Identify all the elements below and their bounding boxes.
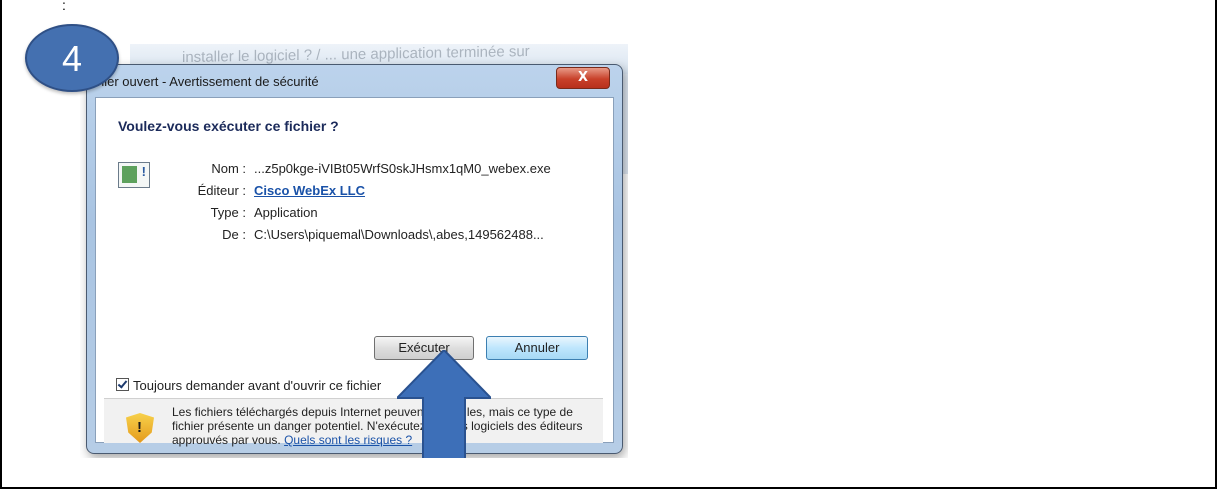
cancel-button[interactable]: Annuler (486, 336, 588, 360)
publisher-link[interactable]: Cisco WebEx LLC (254, 180, 365, 202)
field-row-from: De : C:\Users\piquemal\Downloads\,abes,1… (156, 224, 606, 246)
field-label: Éditeur : (197, 183, 246, 198)
field-label: De : (222, 227, 246, 242)
always-ask-checkbox[interactable] (116, 378, 129, 391)
background-window-title: installer le logiciel ? / ... une applic… (182, 44, 530, 67)
shield-warning-icon: ! (126, 413, 154, 443)
security-warning-dialog: hier ouvert - Avertissement de sécurité … (86, 64, 623, 454)
checkbox-label: Toujours demander avant d'ouvrir ce fich… (133, 378, 382, 393)
dialog-content: Voulez-vous exécuter ce fichier ? ! Nom … (95, 97, 614, 447)
dialog-title: hier ouvert - Avertissement de sécurité (97, 74, 319, 89)
field-label: Nom : (211, 161, 246, 176)
close-button[interactable]: X (556, 67, 610, 89)
embedded-screenshot: installer le logiciel ? / ... une applic… (80, 44, 628, 458)
risks-link[interactable]: Quels sont les risques ? (284, 433, 412, 447)
warning-panel: ! Les fichiers téléchargés depuis Intern… (104, 398, 603, 447)
file-info: Nom : ...z5p0kge-iVIBt05WrfS0skJHsmx1qM0… (156, 158, 606, 246)
dialog-question: Voulez-vous exécuter ce fichier ? (118, 118, 339, 134)
file-path-value: C:\Users\piquemal\Downloads\,abes,149562… (254, 227, 544, 242)
application-file-icon: ! (118, 162, 150, 188)
warning-text: Les fichiers téléchargés depuis Internet… (172, 405, 602, 447)
field-row-publisher: Éditeur : Cisco WebEx LLC (156, 180, 606, 202)
field-row-type: Type : Application (156, 202, 606, 224)
step-number-badge: 4 (25, 24, 119, 92)
close-icon: X (577, 70, 589, 85)
always-ask-option[interactable]: Toujours demander avant d'ouvrir ce fich… (116, 378, 381, 393)
field-row-name: Nom : ...z5p0kge-iVIBt05WrfS0skJHsmx1qM0… (156, 158, 606, 180)
file-type-value: Application (254, 205, 318, 220)
up-arrow-icon (397, 350, 491, 458)
top-mark: : (62, 0, 66, 13)
file-name-value: ...z5p0kge-iVIBt05WrfS0skJHsmx1qM0_webex… (254, 161, 551, 176)
field-label: Type : (210, 205, 246, 220)
